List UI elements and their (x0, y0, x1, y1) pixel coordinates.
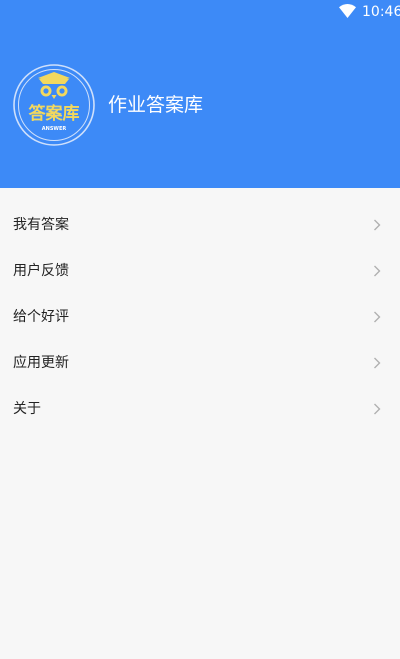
menu-item-label: 应用更新 (13, 355, 69, 371)
menu-item-app-update[interactable]: 应用更新 (0, 340, 400, 386)
app-screen: 10:46 答案库 ANSWER 作业答案库 我有答案 用户反馈 给个好评 应用… (0, 0, 400, 659)
profile-header: 10:46 答案库 ANSWER 作业答案库 (0, 0, 400, 188)
chevron-right-icon (374, 265, 381, 277)
status-time: 10:46 (362, 4, 400, 20)
menu-item-user-feedback[interactable]: 用户反馈 (0, 248, 400, 294)
menu-item-about[interactable]: 关于 (0, 386, 400, 432)
menu-item-label: 关于 (13, 401, 41, 417)
logo-text: 答案库 (29, 103, 80, 124)
app-logo: 答案库 ANSWER (13, 64, 95, 146)
logo-subtext: ANSWER (42, 126, 67, 132)
chevron-right-icon (374, 403, 381, 415)
menu-item-label: 用户反馈 (13, 263, 69, 279)
status-bar: 10:46 (0, 0, 400, 24)
chevron-right-icon (374, 357, 381, 369)
menu-item-rate-app[interactable]: 给个好评 (0, 294, 400, 340)
menu-item-my-answers[interactable]: 我有答案 (0, 202, 400, 248)
chevron-right-icon (374, 311, 381, 323)
menu-item-label: 给个好评 (13, 309, 69, 325)
settings-menu: 我有答案 用户反馈 给个好评 应用更新 关于 (0, 202, 400, 432)
wifi-icon (339, 4, 356, 18)
menu-item-label: 我有答案 (13, 217, 69, 233)
app-title: 作业答案库 (108, 94, 204, 116)
chevron-right-icon (374, 219, 381, 231)
